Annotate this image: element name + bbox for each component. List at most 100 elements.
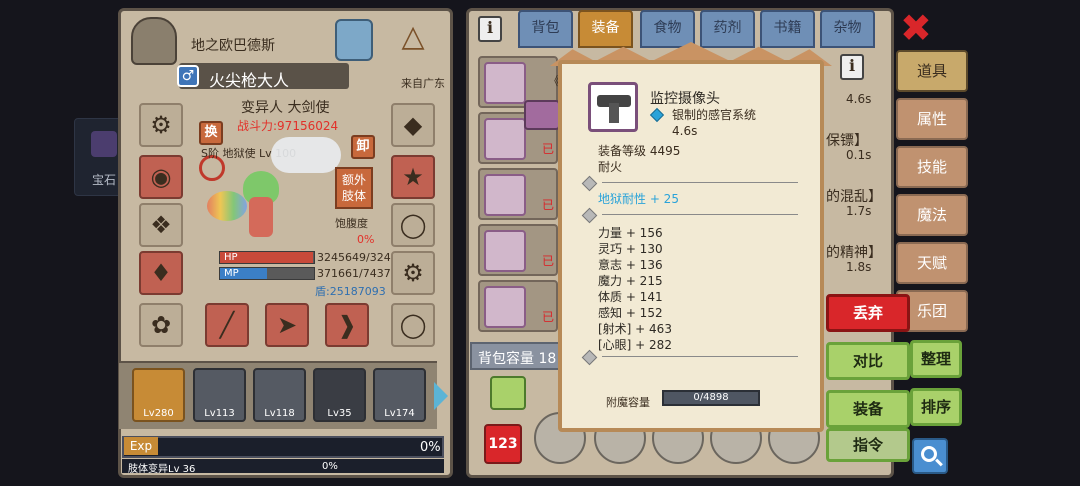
divider xyxy=(602,356,798,357)
hp-bar: HP xyxy=(219,251,315,264)
party-next-arrow-icon[interactable] xyxy=(434,382,448,410)
hanger-icon[interactable]: △ xyxy=(387,19,439,61)
character-class: 变异人 大剑使 xyxy=(241,100,330,116)
search-icon[interactable] xyxy=(912,438,948,474)
satiety-label: 饱腹度 xyxy=(335,217,368,230)
extra-limb-button[interactable]: 额外肢体 xyxy=(335,167,373,209)
lock-icon[interactable] xyxy=(524,100,560,130)
teleport-icon[interactable] xyxy=(335,19,373,61)
slot-gem[interactable]: ◆ xyxy=(391,103,435,147)
tab-misc[interactable]: 杂物 xyxy=(820,10,875,48)
stat-line: [心眼] + 282 xyxy=(598,338,672,352)
hp-value: 3245649/324 xyxy=(317,251,391,264)
limb-exp-label: 肢体变异Lv 36 xyxy=(128,464,196,475)
slot-machine[interactable]: ⚙ xyxy=(391,251,435,295)
slot-ring[interactable]: ◯ xyxy=(391,303,435,347)
power-display: 战斗力:97156024 xyxy=(237,117,338,134)
item-time: 4.6s xyxy=(672,124,698,138)
compare-button[interactable]: 对比 xyxy=(826,342,910,380)
character-name: 火尖枪大人 xyxy=(209,71,290,90)
row-effect: 保镖】 xyxy=(826,133,868,149)
side-tab-magic[interactable]: 魔法 xyxy=(896,194,968,236)
party-member[interactable]: Lv35 xyxy=(313,368,366,422)
divider-diamond-icon xyxy=(581,349,598,366)
tidy-button[interactable]: 整理 xyxy=(910,340,962,378)
slot-helmet[interactable]: ⚙ xyxy=(139,103,183,147)
info-icon[interactable]: i xyxy=(478,16,502,42)
gem-icon xyxy=(91,131,117,157)
unequip-button[interactable]: 卸 xyxy=(351,135,375,159)
limb-exp-percent: 0% xyxy=(322,461,338,472)
close-icon[interactable]: ✖ xyxy=(900,8,932,48)
party-member[interactable]: Lv174 xyxy=(373,368,426,422)
divider xyxy=(602,182,798,183)
party-member-level: Lv113 xyxy=(204,408,235,419)
stat-line: 灵巧 + 130 xyxy=(598,242,663,256)
character-sprite xyxy=(207,171,297,251)
enchant-label: 附魔容量 xyxy=(606,396,650,409)
list-item-text: 已 xyxy=(542,310,555,324)
row-time: 0.1s xyxy=(846,148,872,162)
side-tab-items[interactable]: 道具 xyxy=(896,50,968,92)
item-icon xyxy=(588,82,638,132)
download-button[interactable] xyxy=(490,376,526,410)
location-text: 地之欧巴德斯 xyxy=(191,38,275,54)
list-item[interactable]: 已 xyxy=(478,168,558,220)
special-stat: 地狱耐性 + 25 xyxy=(598,192,679,206)
list-item[interactable]: 已 xyxy=(478,224,558,276)
slot-amulet[interactable]: ◉ xyxy=(139,155,183,199)
element-text: 耐火 xyxy=(598,160,623,174)
mp-value: 371661/7437 xyxy=(317,267,391,280)
thought-bubble xyxy=(271,137,341,173)
side-tab-skills[interactable]: 技能 xyxy=(896,146,968,188)
party-member[interactable]: Lv280 xyxy=(132,368,185,422)
power-label: 战斗力: xyxy=(237,119,278,133)
stat-line: [射术] + 463 xyxy=(598,322,672,336)
sort-button[interactable]: 排序 xyxy=(910,388,962,426)
side-tab-attributes[interactable]: 属性 xyxy=(896,98,968,140)
rank-label: S阶 地狱使 xyxy=(201,147,256,160)
side-tab-talent[interactable]: 天赋 xyxy=(896,242,968,284)
item-name: 监控摄像头 xyxy=(650,91,720,107)
enchant-value: 0/4898 xyxy=(693,392,729,403)
list-item-text: 已 xyxy=(542,254,555,268)
stat-line: 魔力 + 215 xyxy=(598,274,663,288)
slot-mirror[interactable]: ◯ xyxy=(391,203,435,247)
slot-staff[interactable]: ╱ xyxy=(205,303,249,347)
command-button[interactable]: 指令 xyxy=(826,428,910,462)
hp-label: HP xyxy=(224,252,238,263)
party-member[interactable]: Lv118 xyxy=(253,368,306,422)
tab-bag[interactable]: 背包 xyxy=(518,10,573,48)
slot-boots[interactable]: ★ xyxy=(391,155,435,199)
list-item-text: 已 xyxy=(542,142,555,156)
slot-spear[interactable]: ➤ xyxy=(265,303,309,347)
list-item[interactable]: 已 xyxy=(478,280,558,332)
bag-capacity: 背包容量 18 xyxy=(470,342,570,370)
popup-info-icon[interactable]: i xyxy=(840,54,864,80)
slot-armor[interactable]: ❖ xyxy=(139,203,183,247)
male-gender-icon: ♂ xyxy=(177,65,199,87)
discard-button[interactable]: 丢弃 xyxy=(826,294,910,332)
equip-button[interactable]: 装备 xyxy=(826,390,910,428)
swap-button[interactable]: 换 xyxy=(199,121,223,145)
tab-potion[interactable]: 药剂 xyxy=(700,10,755,48)
list-item-text: 已 xyxy=(542,198,555,212)
tab-equipment[interactable]: 装备 xyxy=(578,10,633,48)
party-member-level: Lv35 xyxy=(327,408,352,419)
stat-line: 感知 + 152 xyxy=(598,306,663,320)
number-sort-icon[interactable]: 123 xyxy=(484,424,522,464)
slot-gloves[interactable]: ♦ xyxy=(139,251,183,295)
tab-books[interactable]: 书籍 xyxy=(760,10,815,48)
row-time: 1.8s xyxy=(846,260,872,274)
divider-diamond-icon xyxy=(581,207,598,224)
row-time: 1.7s xyxy=(846,204,872,218)
slot-charm[interactable]: ✿ xyxy=(139,303,183,347)
party-member[interactable]: Lv113 xyxy=(193,368,246,422)
gem-tile-label: 宝石 xyxy=(91,173,116,187)
tab-food[interactable]: 食物 xyxy=(640,10,695,48)
exp-bar xyxy=(122,436,444,458)
origin-text: 来自广东 xyxy=(401,77,445,90)
party-member-level: Lv174 xyxy=(384,408,415,419)
slot-bow[interactable]: ❱ xyxy=(325,303,369,347)
guild-emblem-icon xyxy=(131,17,177,65)
